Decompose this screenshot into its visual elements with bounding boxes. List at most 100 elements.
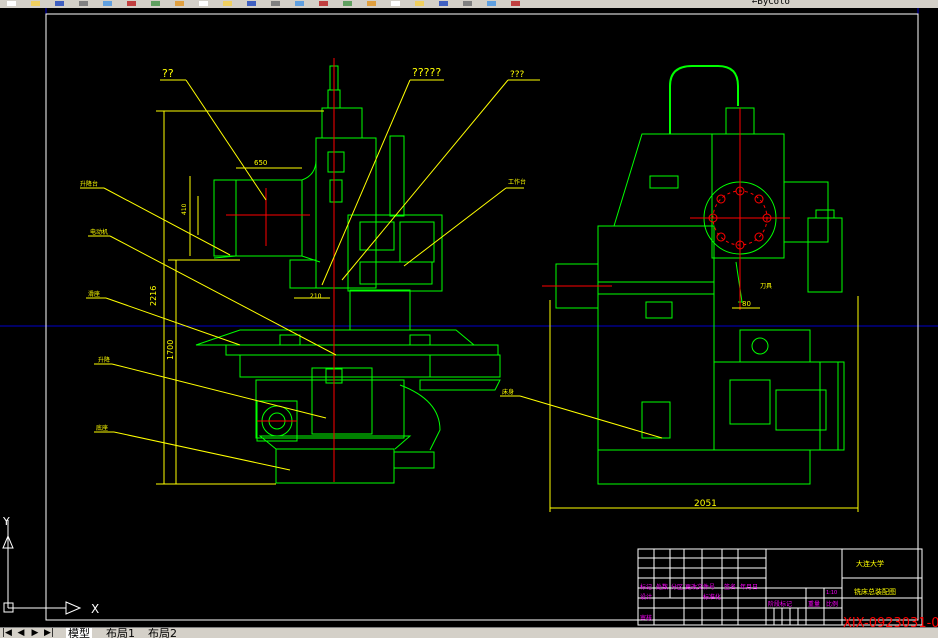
tb-label-count: 处数 xyxy=(656,583,668,591)
spindle-window xyxy=(327,151,345,173)
callout-8: 底座 xyxy=(96,424,108,432)
pan-icon[interactable] xyxy=(270,0,281,7)
cad-drawing: ?? ????? ??? 升降台 电动机 滑座 升降 底座 工作台 2216 1… xyxy=(0,8,938,627)
tb-label-review: 审核 xyxy=(640,614,652,622)
motor xyxy=(235,179,303,257)
layout-tab-bar: |◀ ◀ ▶ ▶| 模型 布局1 布局2 xyxy=(0,627,938,638)
tb-label-date: 年月日 xyxy=(740,583,758,591)
control-panel-bottom xyxy=(359,261,433,285)
motor-flange xyxy=(213,179,237,257)
side-knee-side xyxy=(819,361,845,451)
print-icon[interactable] xyxy=(78,0,89,7)
redo-icon[interactable] xyxy=(246,0,257,7)
undo-icon[interactable] xyxy=(222,0,233,7)
side-dimensions xyxy=(500,296,859,512)
properties-icon-glyph xyxy=(367,1,376,6)
linetype-icon-glyph xyxy=(511,1,520,6)
color-control[interactable]: ←ByColo xyxy=(752,0,790,7)
new-icon[interactable] xyxy=(6,0,17,7)
tb-scale-value: 1:10 xyxy=(826,590,837,596)
layer-icon[interactable] xyxy=(438,0,449,7)
zoom-realtime-icon-glyph xyxy=(295,1,304,6)
linetype-icon[interactable] xyxy=(510,0,521,7)
preview-icon[interactable] xyxy=(102,0,113,7)
zoom-window-icon[interactable] xyxy=(318,0,329,7)
dim-text-2216: 2216 xyxy=(149,286,158,306)
tool-palettes-icon[interactable] xyxy=(414,0,425,7)
bolt-hole xyxy=(754,232,764,242)
base xyxy=(275,448,395,484)
zoom-previous-icon[interactable] xyxy=(342,0,353,7)
zoom-window-icon-glyph xyxy=(319,1,328,6)
dim-text-80: 80 xyxy=(742,300,751,308)
tb-school: 大连大学 xyxy=(856,559,884,568)
tb-label-standard: 标准化 xyxy=(703,593,721,601)
side-bracket xyxy=(783,181,829,243)
spindle-slot xyxy=(329,179,343,203)
leader-8 xyxy=(111,363,327,419)
properties-icon[interactable] xyxy=(366,0,377,7)
print-icon-glyph xyxy=(79,1,88,6)
control-panel-left xyxy=(359,221,395,251)
tool-palettes-icon-glyph xyxy=(415,1,424,6)
new-icon-glyph xyxy=(7,1,16,6)
side-column xyxy=(597,225,715,451)
drawing-canvas[interactable]: ?? ????? ??? 升降台 电动机 滑座 升降 底座 工作台 2216 1… xyxy=(0,8,938,627)
dim-text-2051: 2051 xyxy=(694,499,717,509)
dim-text-1700: 1700 xyxy=(166,340,175,360)
side-knee-panel xyxy=(729,379,771,425)
callout-6: 滑座 xyxy=(88,290,100,298)
save-icon[interactable] xyxy=(54,0,65,7)
tb-drawing-name: 铣床总装配图 xyxy=(854,587,896,596)
side-coolant-tank xyxy=(807,217,843,293)
side-view xyxy=(555,65,845,485)
callout-2: ????? xyxy=(412,66,441,79)
bolt-hole xyxy=(716,232,726,242)
pan-icon-glyph xyxy=(271,1,280,6)
zoom-previous-icon-glyph xyxy=(343,1,352,6)
paste-icon[interactable] xyxy=(174,0,185,7)
save-icon-glyph xyxy=(55,1,64,6)
tb-drawing-number: XJX-0923031-0 xyxy=(843,616,938,627)
design-center-icon[interactable] xyxy=(390,0,401,7)
side-knee-gear xyxy=(775,389,827,431)
table-slide xyxy=(225,344,499,356)
copy-icon[interactable] xyxy=(150,0,161,7)
layer-icon-glyph xyxy=(439,1,448,6)
ucs-x-arrow xyxy=(65,601,82,615)
tb-label-sign: 签名 xyxy=(724,583,736,591)
callout-3: ??? xyxy=(510,70,525,80)
undo-icon-glyph xyxy=(223,1,232,6)
bolt-hole xyxy=(754,194,764,204)
tb-label-design: 设计 xyxy=(640,593,652,601)
layer-manager-icon[interactable] xyxy=(462,0,473,7)
color-icon-glyph xyxy=(487,1,496,6)
side-tool xyxy=(735,261,743,303)
side-base xyxy=(597,449,811,485)
side-labels: 2051 80 刀具 床身 xyxy=(502,283,772,509)
saddle xyxy=(239,354,501,378)
match-properties-icon-glyph xyxy=(199,1,208,6)
callout-7: 升降 xyxy=(98,356,110,364)
bolt-hole xyxy=(716,194,726,204)
side-column-band xyxy=(597,281,715,295)
open-icon[interactable] xyxy=(30,0,41,7)
front-centerlines xyxy=(226,58,335,482)
tb-label-zone: 分区 xyxy=(671,583,683,591)
leader-5 xyxy=(103,187,231,256)
motor-bracket xyxy=(301,159,317,288)
match-properties-icon[interactable] xyxy=(198,0,209,7)
copy-icon-glyph xyxy=(151,1,160,6)
tb-label-weight: 重量 xyxy=(808,600,820,608)
cut-icon[interactable] xyxy=(126,0,137,7)
preview-icon-glyph xyxy=(103,1,112,6)
clamp-left xyxy=(279,334,301,346)
worktable xyxy=(195,329,476,346)
color-icon[interactable] xyxy=(486,0,497,7)
callout-9: 工作台 xyxy=(508,178,526,186)
side-knee-top xyxy=(739,329,811,363)
column-curve xyxy=(399,384,441,451)
zoom-realtime-icon[interactable] xyxy=(294,0,305,7)
side-dial-holes xyxy=(542,108,790,310)
design-center-icon-glyph xyxy=(391,1,400,6)
